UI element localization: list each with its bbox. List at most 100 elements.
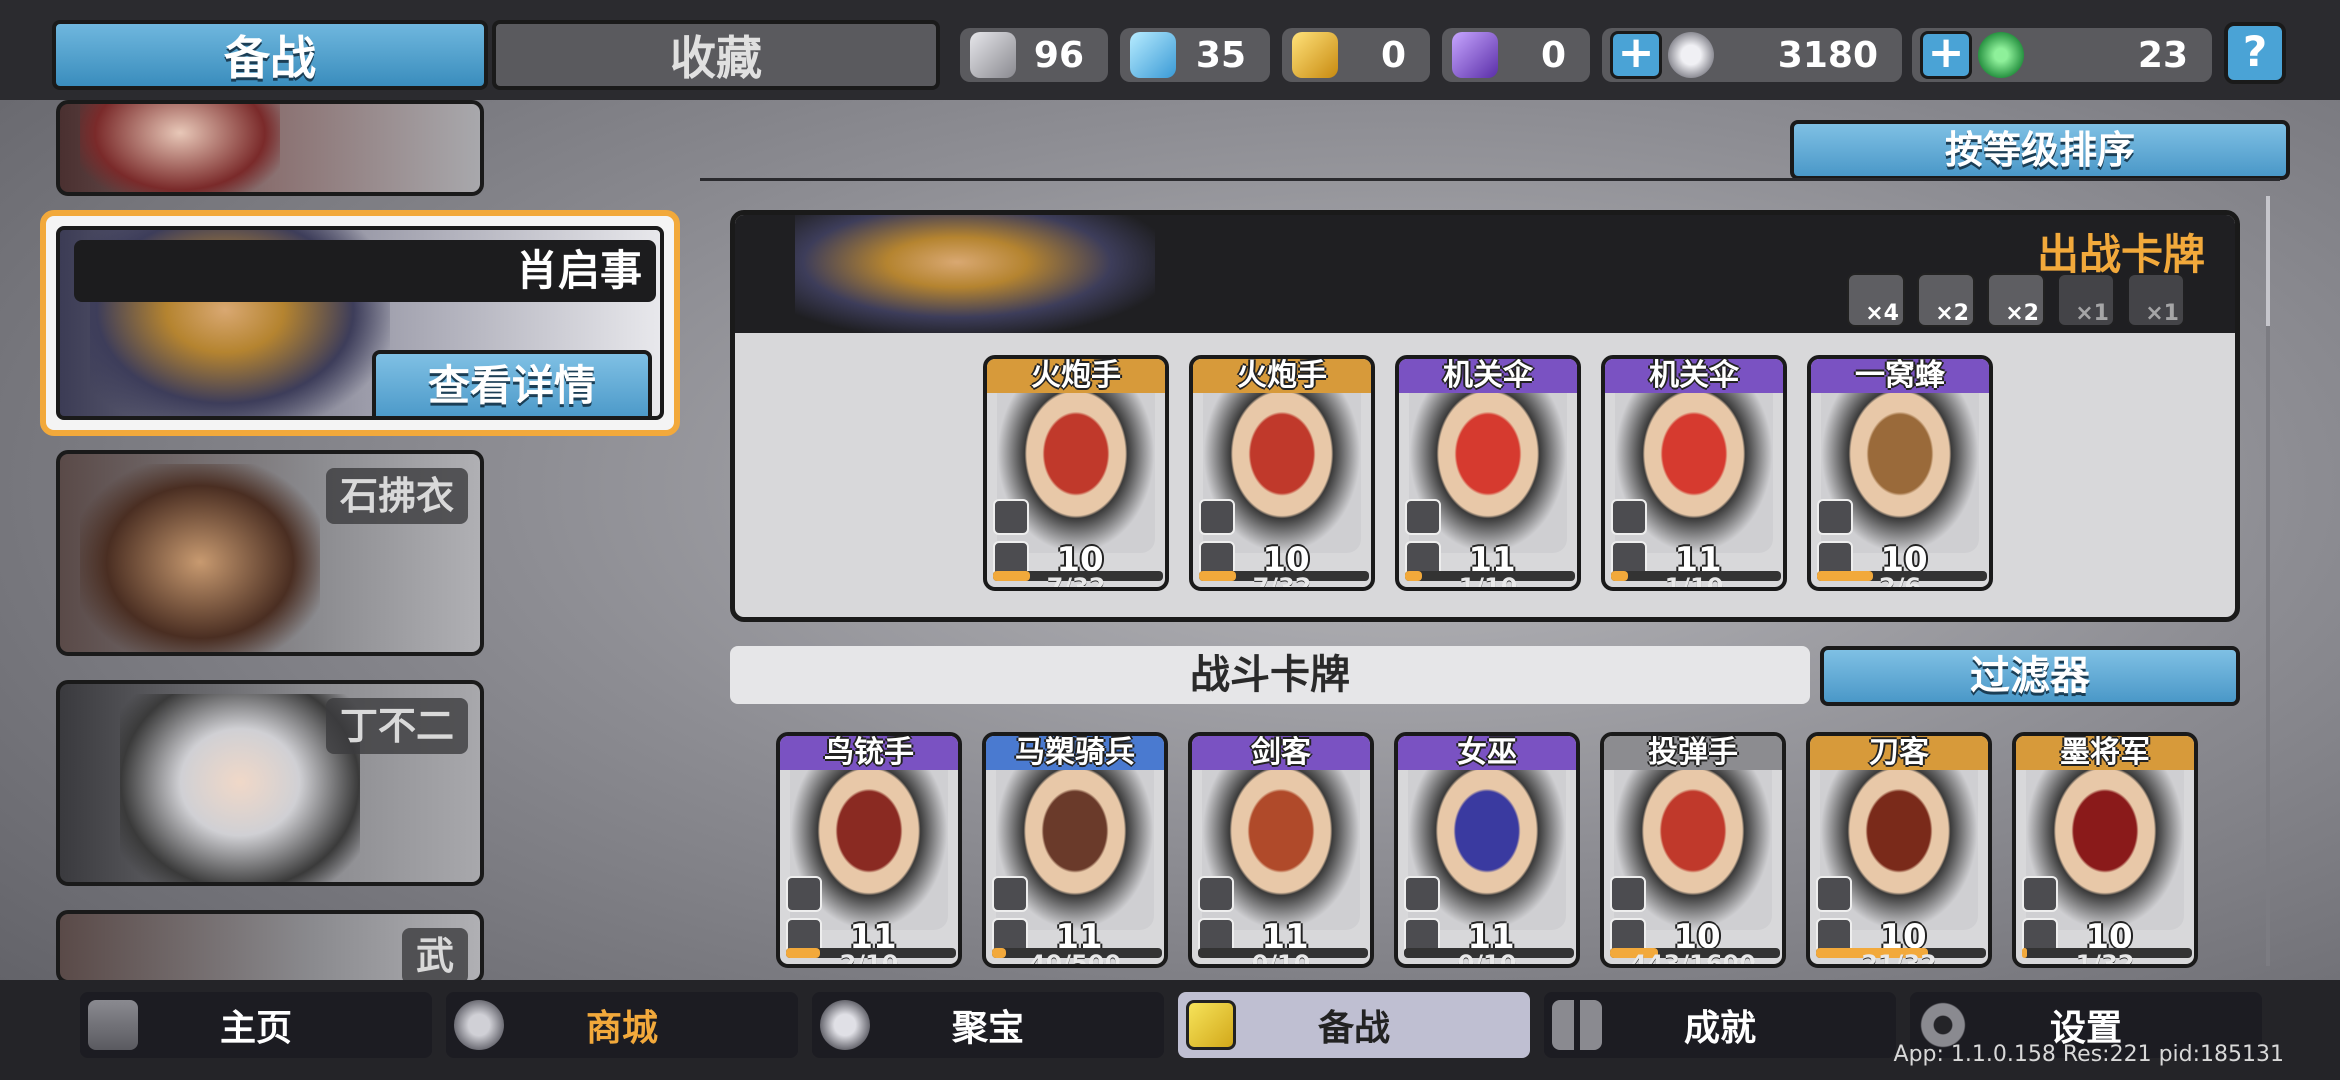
- unit-card-count: 2/6: [1878, 573, 1922, 591]
- hero-card-4-partial[interactable]: 武: [56, 910, 484, 984]
- scroll-thumb[interactable]: [2266, 196, 2270, 326]
- unit-type-icon: [1816, 876, 1852, 912]
- home-gate-icon: [88, 1000, 138, 1050]
- currency-gold: 0: [1282, 28, 1430, 82]
- unit-card[interactable]: 鸟铳手 11 2/10: [776, 732, 962, 968]
- add-gems-button[interactable]: +: [1920, 31, 1972, 79]
- currency-crystal: 35: [1120, 28, 1270, 82]
- unit-card-count: 21/32: [1861, 950, 1937, 968]
- hero-card-2[interactable]: 石拂衣: [56, 450, 484, 656]
- troop-badge-gear: ×1: [2057, 273, 2115, 327]
- hero-portrait: [80, 104, 280, 192]
- unit-card-name: 鸟铳手: [780, 736, 958, 770]
- unit-card-count: 40/500: [1028, 950, 1122, 968]
- unit-card-name: 马槊骑兵: [986, 736, 1164, 770]
- hero-name: 武: [401, 928, 468, 980]
- unit-card-name: 机关伞: [1399, 359, 1577, 393]
- deck-header: 出战卡牌 ×4 ×2 ×2 ×1 ×1: [735, 215, 2235, 333]
- currency-silver: 96: [960, 28, 1108, 82]
- hero-card-selected[interactable]: 肖启事 查看详情: [40, 210, 680, 436]
- unit-type-icon: [1610, 876, 1646, 912]
- view-details-button[interactable]: 查看详情: [372, 350, 652, 416]
- hero-card-top-partial[interactable]: [56, 100, 484, 196]
- unit-type-icon: [992, 876, 1028, 912]
- currency-coins: + 3180: [1602, 28, 1902, 82]
- unit-type-icon: [786, 876, 822, 912]
- unit-card[interactable]: 火炮手 10 7/32: [1189, 355, 1375, 591]
- unit-card[interactable]: 女巫 11 0/10: [1394, 732, 1580, 968]
- hero-portrait: [80, 464, 320, 652]
- unit-card-count: 443/1600: [1630, 950, 1756, 968]
- unit-type-icon: [1817, 499, 1853, 535]
- filter-button[interactable]: 过滤器: [1820, 646, 2240, 706]
- tab-collection[interactable]: 收藏: [492, 20, 940, 90]
- unit-card[interactable]: 机关伞 11 1/10: [1395, 355, 1581, 591]
- tab-prepare[interactable]: 备战: [52, 20, 488, 90]
- help-button[interactable]: ?: [2224, 22, 2286, 84]
- hero-portrait: [120, 694, 360, 882]
- troop-badge-swords: ×4: [1847, 273, 1905, 327]
- unit-card-name: 一窝蜂: [1811, 359, 1989, 393]
- coins-icon: [454, 1000, 504, 1050]
- currency-purple: 0: [1442, 28, 1590, 82]
- hero-name: 丁不二: [325, 698, 468, 754]
- deck-panel: 出战卡牌 ×4 ×2 ×2 ×1 ×1 火炮手 10 7/32 火炮手 10 7/32 机关…: [730, 210, 2240, 622]
- unit-type-icon: [1404, 876, 1440, 912]
- unit-card-count: 7/32: [1252, 573, 1312, 591]
- unit-card-name: 剑客: [1192, 736, 1370, 770]
- gold-trophy-icon: [1292, 32, 1338, 78]
- unit-type-icon: [2022, 876, 2058, 912]
- green-gem-icon: [1978, 32, 2024, 78]
- nav-prepare[interactable]: 备战: [1178, 992, 1530, 1058]
- coin-icon: [1668, 32, 1714, 78]
- unit-type-icon: [993, 499, 1029, 535]
- troop-badge-cannon: ×2: [1917, 273, 1975, 327]
- unit-type-icon: [1405, 499, 1441, 535]
- unit-type-icon: [1198, 876, 1234, 912]
- treasure-bowl-icon: [820, 1000, 870, 1050]
- hero-card-inner: 肖启事 查看详情: [56, 226, 664, 420]
- unit-card-count: 2/10: [839, 950, 899, 968]
- nav-shop[interactable]: 商城: [446, 992, 798, 1058]
- unit-card[interactable]: 机关伞 11 1/10: [1601, 355, 1787, 591]
- blue-crystal-icon: [1130, 32, 1176, 78]
- troop-badge-helmet: ×2: [1987, 273, 2045, 327]
- hero-name: 石拂衣: [325, 468, 468, 524]
- hero-name: 肖启事: [74, 240, 656, 302]
- unit-card-name: 机关伞: [1605, 359, 1783, 393]
- unit-card[interactable]: 一窝蜂 10 2/6: [1807, 355, 1993, 591]
- unit-card-name: 女巫: [1398, 736, 1576, 770]
- unit-card-count: 0/10: [1457, 950, 1517, 968]
- unit-card-count: 1/32: [2075, 950, 2135, 968]
- unit-type-icon: [1611, 499, 1647, 535]
- add-coins-button[interactable]: +: [1610, 31, 1662, 79]
- nav-treasure[interactable]: 聚宝: [812, 992, 1164, 1058]
- unit-card-count: 7/32: [1046, 573, 1106, 591]
- unit-card-name: 火炮手: [1193, 359, 1371, 393]
- unit-card-name: 投弹手: [1604, 736, 1782, 770]
- sort-by-level-button[interactable]: 按等级排序: [1790, 120, 2290, 180]
- unit-card-count: 1/10: [1664, 573, 1724, 591]
- unit-card-name: 墨将军: [2016, 736, 2194, 770]
- question-icon: ?: [2242, 27, 2268, 76]
- unit-card[interactable]: 投弹手 10 443/1600: [1600, 732, 1786, 968]
- silver-shield-icon: [970, 32, 1016, 78]
- unit-card-name: 火炮手: [987, 359, 1165, 393]
- cards-icon: [1186, 1000, 1236, 1050]
- unit-card-name: 刀客: [1810, 736, 1988, 770]
- version-info: App: 1.1.0.158 Res:221 pid:185131: [1893, 1042, 2284, 1067]
- unit-card[interactable]: 马槊骑兵 11 40/500: [982, 732, 1168, 968]
- unit-card[interactable]: 剑客 11 0/10: [1188, 732, 1374, 968]
- unit-card[interactable]: 刀客 10 21/32: [1806, 732, 1992, 968]
- currency-gems: + 23: [1912, 28, 2212, 82]
- deck-hero-portrait: [795, 215, 1155, 333]
- purple-card-icon: [1452, 32, 1498, 78]
- nav-achievements[interactable]: 成就: [1544, 992, 1896, 1058]
- unit-card[interactable]: 墨将军 10 1/32: [2012, 732, 2198, 968]
- unit-card[interactable]: 火炮手 10 7/32: [983, 355, 1169, 591]
- hero-card-3[interactable]: 丁不二: [56, 680, 484, 886]
- unit-card-count: 0/10: [1251, 950, 1311, 968]
- scrollbar[interactable]: [2266, 196, 2270, 966]
- nav-home[interactable]: 主页: [80, 992, 432, 1058]
- unit-type-icon: [1199, 499, 1235, 535]
